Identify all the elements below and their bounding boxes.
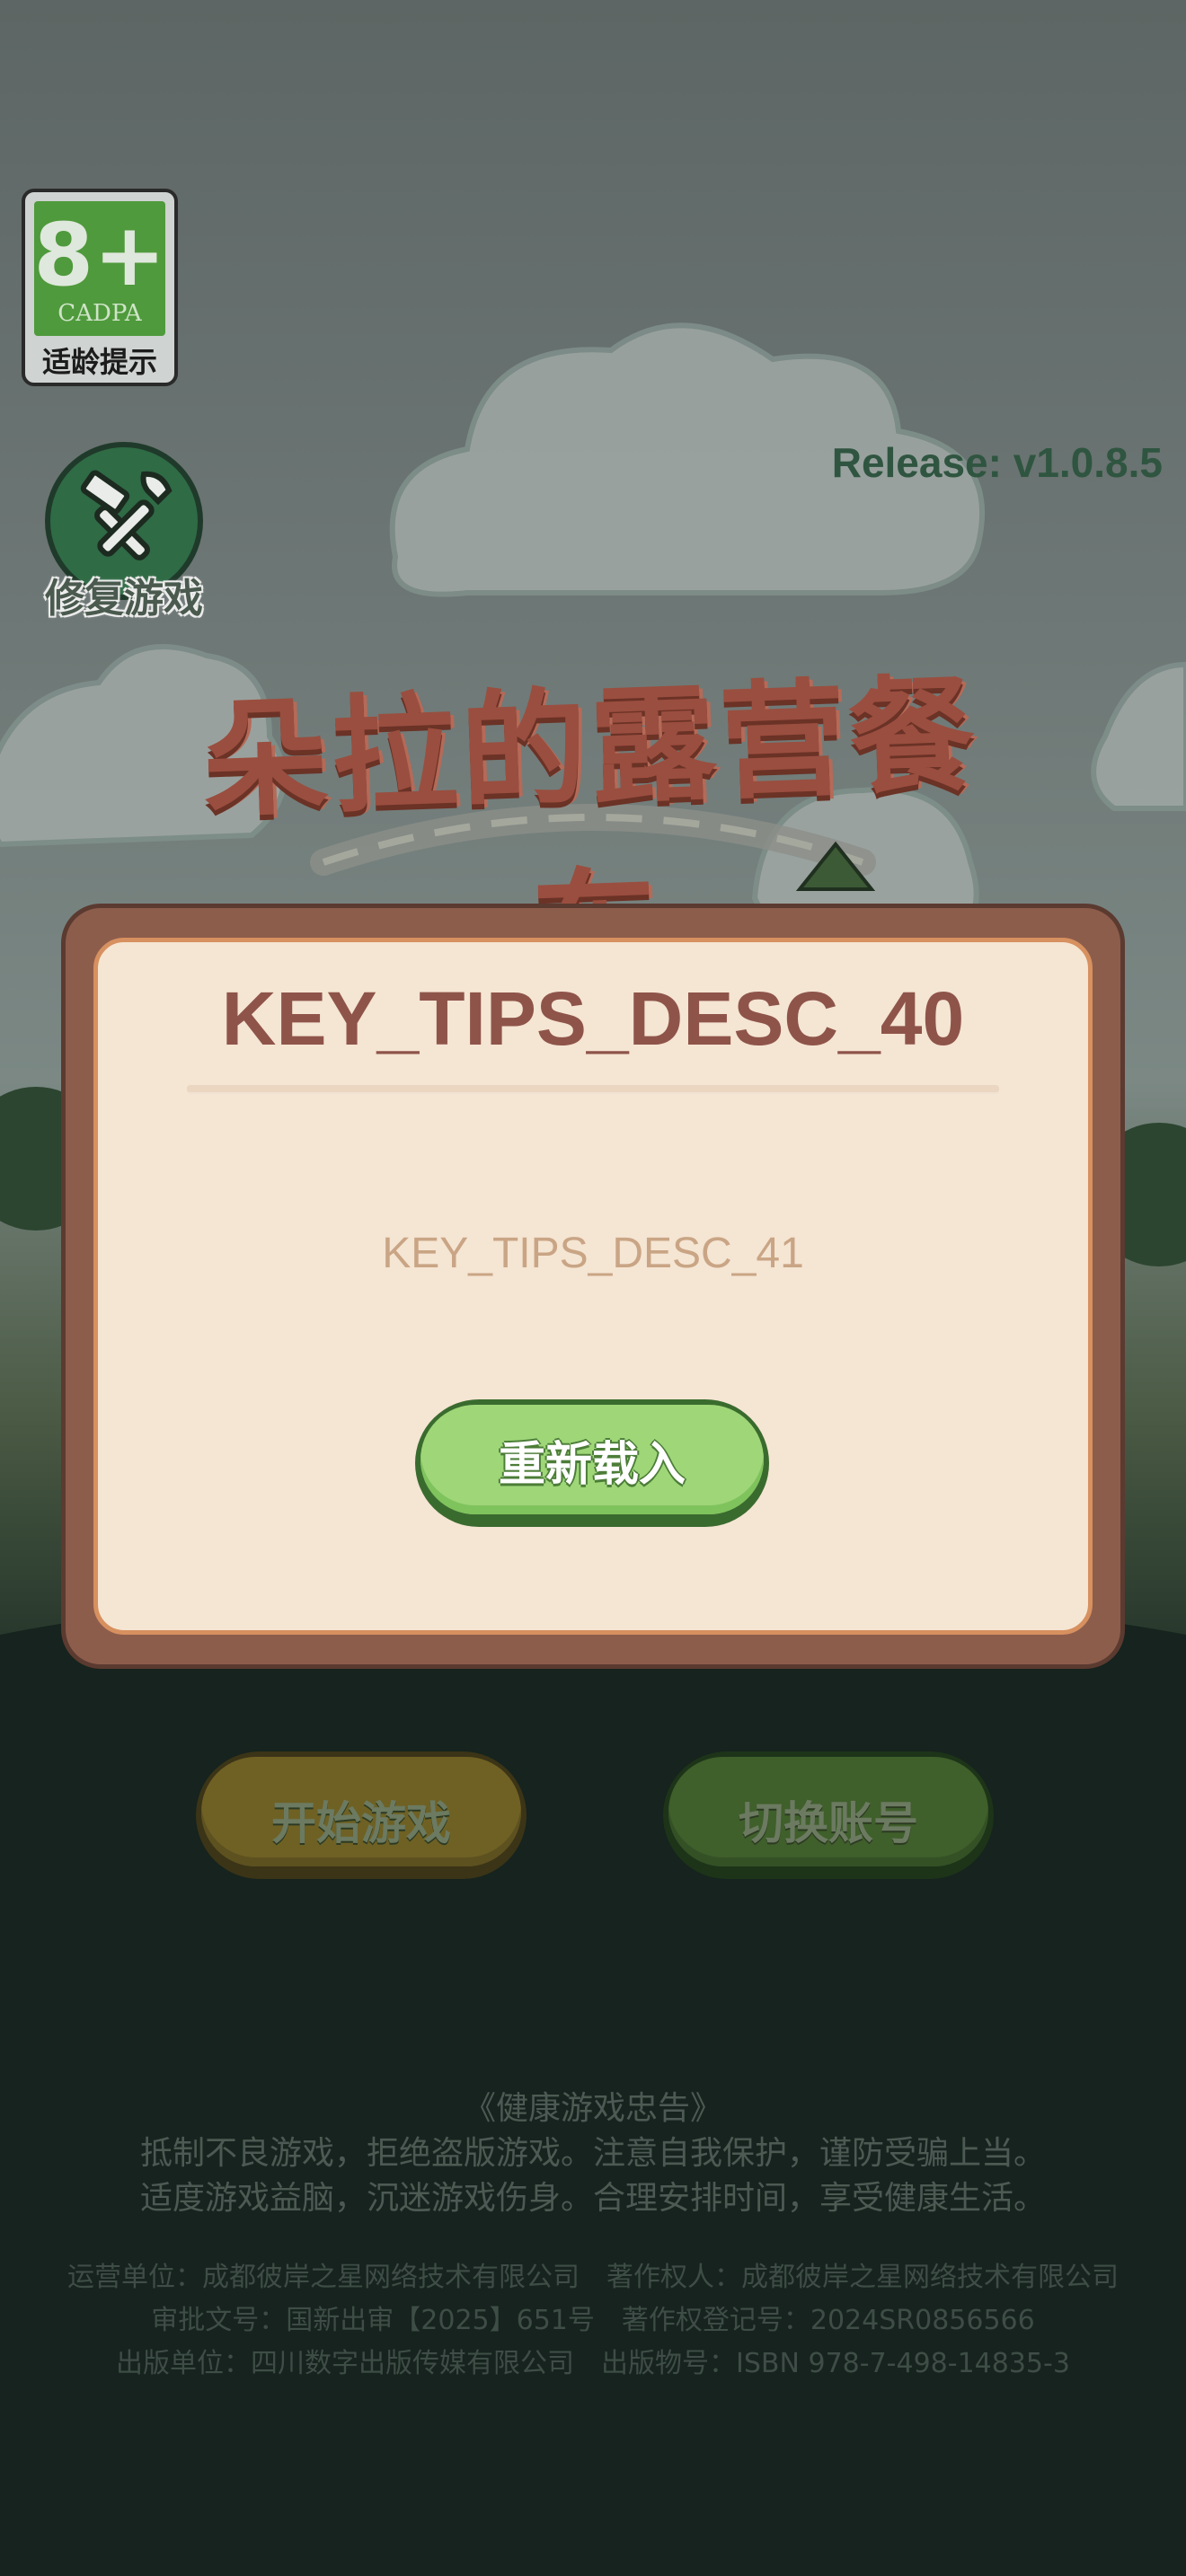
age-rating-badge: 8+ CADPA 适龄提示 — [22, 189, 178, 386]
switch-account-label: 切换账号 — [739, 1797, 918, 1849]
wrench-hammer-icon — [80, 470, 173, 560]
age-rating-label: 适龄提示 — [41, 345, 157, 379]
publisher-info-line-3: 出版单位：四川数字出版传媒有限公司 出版物号：ISBN 978-7-498-14… — [116, 2348, 1070, 2379]
publisher-info-line-2: 审批文号：国新出审【2025】651号 著作权登记号：2024SR0856566 — [151, 2305, 1035, 2336]
age-rating-value: 8+ — [33, 205, 166, 305]
age-rating-org: CADPA — [58, 300, 142, 327]
health-advice-title: 《健康游戏忠告》 — [463, 2090, 722, 2127]
switch-account-button[interactable]: 切换账号 — [663, 1751, 994, 1879]
repair-game-button[interactable]: 修复游戏 — [36, 440, 216, 622]
health-advice-line-1: 抵制不良游戏，拒绝盗版游戏。注意自我保护，谨防受骗上当。 — [139, 2135, 1046, 2172]
dialog-divider — [187, 1085, 999, 1094]
start-game-label: 开始游戏 — [271, 1797, 451, 1849]
dialog-title: KEY_TIPS_DESC_40 — [221, 976, 965, 1061]
release-version: Release: v1.0.8.5 — [831, 439, 1163, 486]
health-advice-line-2: 适度游戏益脑，沉迷游戏伤身。合理安排时间，享受健康生活。 — [139, 2180, 1046, 2217]
reload-button[interactable]: 重新载入 — [415, 1399, 769, 1527]
publisher-info-line-1: 运营单位：成都彼岸之星网络技术有限公司 著作权人：成都彼岸之星网络技术有限公司 — [67, 2262, 1119, 2293]
reload-button-label: 重新载入 — [498, 1438, 686, 1492]
dialog-description: KEY_TIPS_DESC_41 — [382, 1230, 804, 1277]
start-game-button[interactable]: 开始游戏 — [196, 1751, 527, 1879]
repair-game-label: 修复游戏 — [45, 576, 203, 622]
